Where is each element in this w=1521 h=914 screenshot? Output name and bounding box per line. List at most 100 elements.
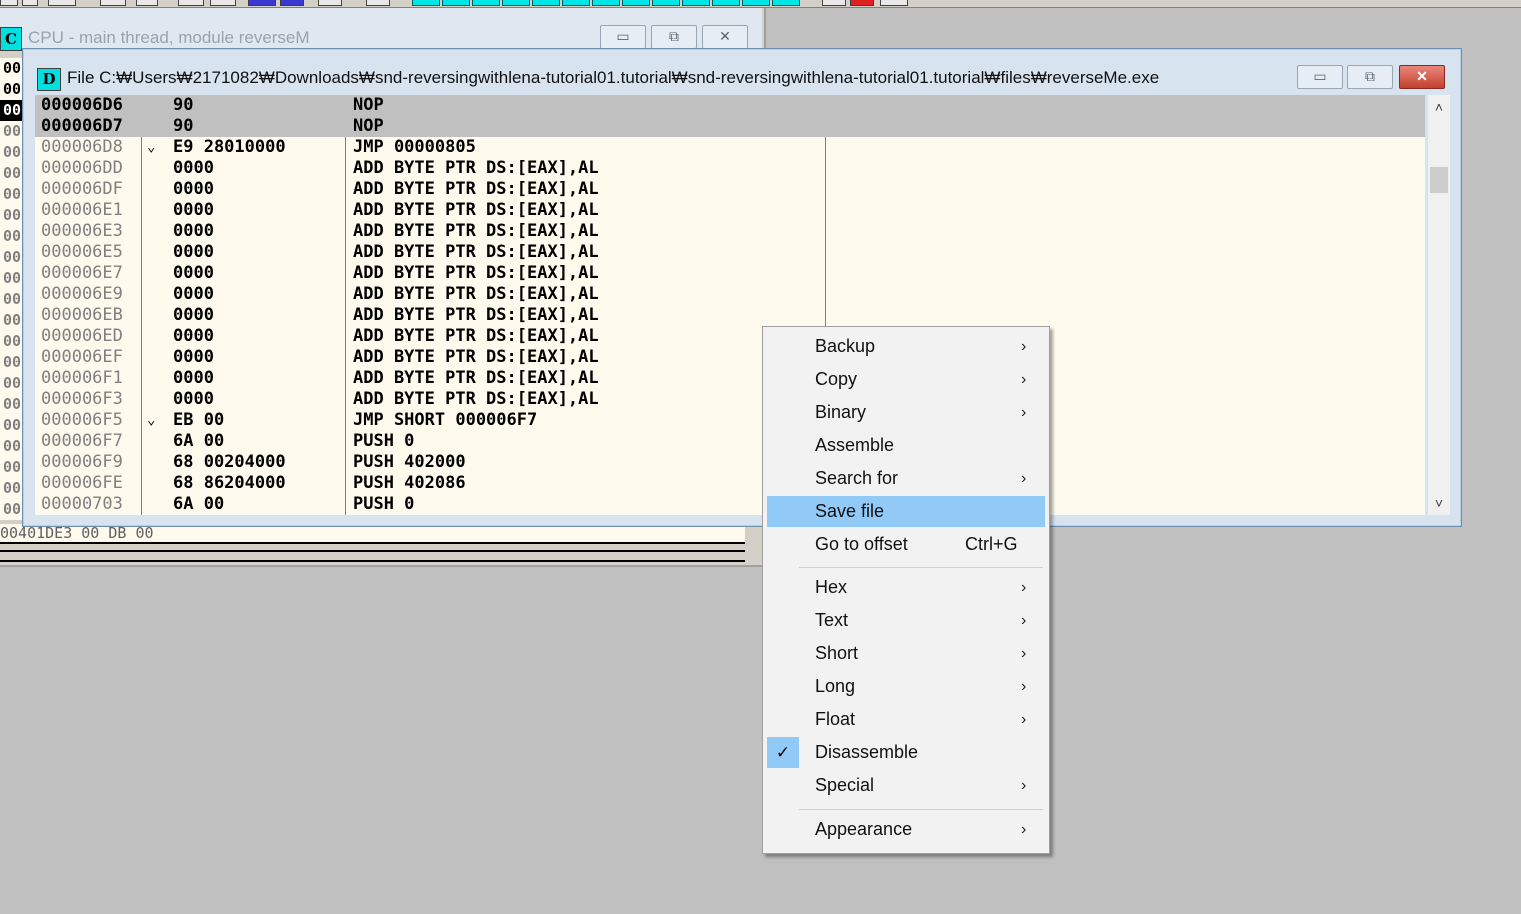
row-hex-dump: 0000	[173, 326, 214, 346]
toolbar-button[interactable]	[280, 0, 304, 6]
toolbar-button[interactable]	[22, 0, 38, 6]
file-window-titlebar[interactable]: D File C:₩Users₩2171082₩Downloads₩snd-re…	[23, 49, 1461, 94]
toolbar-button[interactable]	[880, 0, 908, 6]
row-hex-dump: 0000	[173, 221, 214, 241]
disasm-row[interactable]: 000006F5 ⌄ EB 00 JMP SHORT 000006F7	[35, 410, 1425, 431]
menu-item-label: Long	[815, 676, 856, 696]
disasm-row[interactable]: 000006E7 0000 ADD BYTE PTR DS:[EAX],AL	[35, 263, 1425, 284]
row-command: PUSH 402086	[353, 473, 466, 493]
menu-item-long[interactable]: Long ›	[767, 671, 1045, 702]
cpu-window-titlebar[interactable]: C CPU - main thread, module reverseM ▭ ⧉…	[0, 8, 762, 51]
toolbar-button[interactable]	[412, 0, 440, 6]
vertical-scrollbar[interactable]: ˄ ˅	[1427, 95, 1450, 515]
menu-item-binary[interactable]: Binary ›	[767, 397, 1045, 428]
menu-item-go-to-offset[interactable]: Go to offset Ctrl+G	[767, 529, 1045, 560]
disasm-row[interactable]: 000006F9 68 00204000 PUSH 402000	[35, 452, 1425, 473]
disasm-row[interactable]: 000006F7 6A 00 PUSH 0	[35, 431, 1425, 452]
disasm-row[interactable]: 000006ED 0000 ADD BYTE PTR DS:[EAX],AL	[35, 326, 1425, 347]
maximize-button[interactable]: ⧉	[1347, 65, 1393, 89]
toolbar-button[interactable]	[562, 0, 590, 6]
row-hex-dump: 0000	[173, 263, 214, 283]
close-button[interactable]: ✕	[1399, 65, 1445, 89]
disasm-row[interactable]: 000006E3 0000 ADD BYTE PTR DS:[EAX],AL	[35, 221, 1425, 242]
minimize-button[interactable]: ▭	[1297, 65, 1343, 89]
cpu-minimize-button[interactable]: ▭	[600, 25, 646, 49]
toolbar-button[interactable]	[592, 0, 620, 6]
toolbar-button[interactable]	[772, 0, 800, 6]
context-menu: Backup › Copy › Binary › Assemble Search…	[762, 326, 1050, 854]
disasm-row[interactable]: 000006D6 90 NOP	[35, 95, 1425, 116]
menu-item-special[interactable]: Special ›	[767, 770, 1045, 801]
disasm-row[interactable]: 000006E5 0000 ADD BYTE PTR DS:[EAX],AL	[35, 242, 1425, 263]
toolbar-button[interactable]	[682, 0, 710, 6]
disasm-row[interactable]: 000006E1 0000 ADD BYTE PTR DS:[EAX],AL	[35, 200, 1425, 221]
disasm-row[interactable]: 000006DF 0000 ADD BYTE PTR DS:[EAX],AL	[35, 179, 1425, 200]
menu-item-search-for[interactable]: Search for ›	[767, 463, 1045, 494]
disasm-row[interactable]: 000006FE 68 86204000 PUSH 402086	[35, 473, 1425, 494]
row-hex-dump: 0000	[173, 284, 214, 304]
row-hex-dump: 68 00204000	[173, 452, 286, 472]
disasm-row[interactable]: 000006F3 0000 ADD BYTE PTR DS:[EAX],AL	[35, 389, 1425, 410]
toolbar-button[interactable]	[472, 0, 500, 6]
menu-item-hex[interactable]: Hex ›	[767, 572, 1045, 603]
row-command: ADD BYTE PTR DS:[EAX],AL	[353, 305, 599, 325]
checkmark-icon: ✓	[767, 737, 799, 768]
menu-item-disassemble[interactable]: ✓ Disassemble	[767, 737, 1045, 768]
toolbar-button[interactable]	[100, 0, 126, 6]
disasm-row[interactable]: 000006E9 0000 ADD BYTE PTR DS:[EAX],AL	[35, 284, 1425, 305]
toolbar-button[interactable]	[248, 0, 276, 6]
row-command: JMP SHORT 000006F7	[353, 410, 538, 430]
row-address: 000006DF	[41, 179, 123, 199]
menu-item-float[interactable]: Float ›	[767, 704, 1045, 735]
toolbar-button[interactable]	[210, 0, 236, 6]
scroll-thumb[interactable]	[1430, 167, 1448, 193]
menu-item-appearance[interactable]: Appearance ›	[767, 814, 1045, 845]
toolbar-button[interactable]	[0, 0, 18, 6]
toolbar-button[interactable]	[622, 0, 650, 6]
disasm-row[interactable]: 000006F1 0000 ADD BYTE PTR DS:[EAX],AL	[35, 368, 1425, 389]
cpu-row: 00	[3, 185, 22, 203]
submenu-arrow-icon: ›	[1021, 821, 1027, 838]
disasm-row[interactable]: 000006EF 0000 ADD BYTE PTR DS:[EAX],AL	[35, 347, 1425, 368]
toolbar-button[interactable]	[48, 0, 76, 6]
disasm-row[interactable]: 000006EB 0000 ADD BYTE PTR DS:[EAX],AL	[35, 305, 1425, 326]
toolbar-button[interactable]	[502, 0, 530, 6]
toolbar-button[interactable]	[850, 0, 874, 6]
menu-item-copy[interactable]: Copy ›	[767, 364, 1045, 395]
toolbar-button[interactable]	[652, 0, 680, 6]
disasm-row[interactable]: 00000703 6A 00 PUSH 0	[35, 494, 1425, 515]
cpu-close-button[interactable]: ✕	[702, 25, 748, 49]
toolbar-button[interactable]	[822, 0, 846, 6]
submenu-arrow-icon: ›	[1021, 579, 1027, 596]
toolbar-button[interactable]	[712, 0, 740, 6]
toolbar-button[interactable]	[178, 0, 204, 6]
scroll-up-icon[interactable]: ˄	[1428, 97, 1450, 117]
toolbar-button[interactable]	[532, 0, 560, 6]
toolbar-button[interactable]	[742, 0, 770, 6]
menu-item-save-file[interactable]: Save file	[767, 496, 1045, 527]
row-command: ADD BYTE PTR DS:[EAX],AL	[353, 263, 599, 283]
menu-item-text[interactable]: Text ›	[767, 605, 1045, 636]
toolbar-button[interactable]	[366, 0, 390, 6]
disassembly-pane[interactable]: 000006D6 90 NOP 000006D7 90 NOP 000006D8 ⌄ E9 28…	[35, 95, 1425, 515]
toolbar-button[interactable]	[318, 0, 342, 6]
toolbar-button[interactable]	[442, 0, 470, 6]
disasm-row[interactable]: 000006DD 0000 ADD BYTE PTR DS:[EAX],AL	[35, 158, 1425, 179]
row-address: 000006F9	[41, 452, 123, 472]
disasm-row[interactable]: 000006D8 ⌄ E9 28010000 JMP 00000805	[35, 137, 1425, 158]
row-hex-dump: 0000	[173, 179, 214, 199]
submenu-arrow-icon: ›	[1021, 711, 1027, 728]
menu-item-backup[interactable]: Backup ›	[767, 331, 1045, 362]
cpu-row: 00	[3, 332, 22, 350]
cpu-disasm-column[interactable]: 00 00 00 00 00 00 00 00 00 00 00 00 00 0…	[0, 58, 23, 520]
menu-item-label: Copy	[815, 369, 858, 389]
scroll-down-icon[interactable]: ˅	[1428, 493, 1450, 513]
cpu-maximize-button[interactable]: ⧉	[651, 25, 697, 49]
disasm-row[interactable]: 000006D7 90 NOP	[35, 116, 1425, 137]
toolbar-button[interactable]	[136, 0, 158, 6]
cpu-dump-pane[interactable]	[0, 550, 745, 562]
menu-item-assemble[interactable]: Assemble	[767, 430, 1045, 461]
row-command: NOP	[353, 95, 384, 115]
menu-item-short[interactable]: Short ›	[767, 638, 1045, 669]
menu-item-label: Appearance	[815, 819, 913, 839]
